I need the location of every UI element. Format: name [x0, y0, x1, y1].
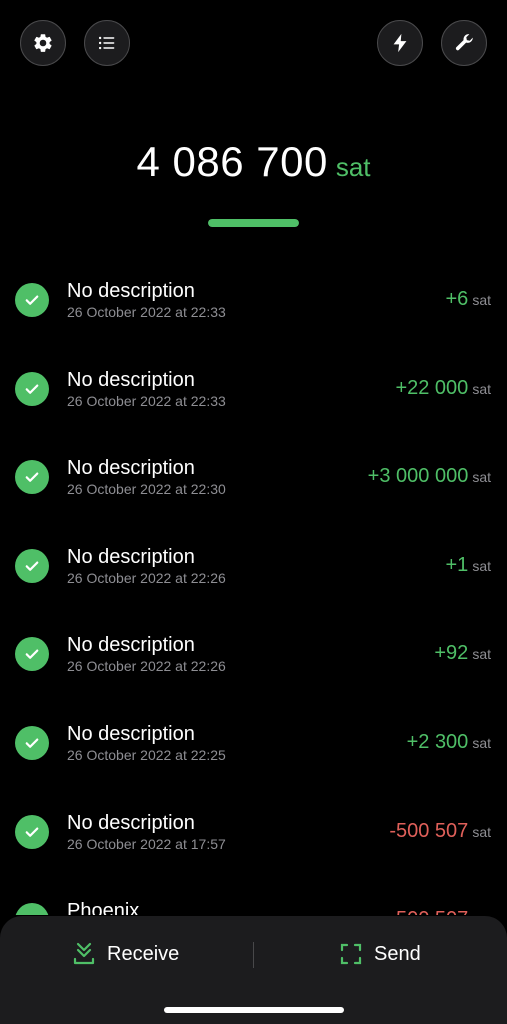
gear-icon [34, 34, 52, 52]
transaction-amount-value: +92 [434, 642, 469, 665]
transaction-amount: -500 507 sat [389, 908, 491, 915]
transaction-row[interactable]: Phoenix -500 507 sat [0, 875, 507, 915]
transaction-amount-unit: sat [472, 646, 491, 663]
transaction-amount-unit: sat [472, 734, 491, 751]
transaction-description: No description [67, 457, 195, 480]
transaction-description: No description [67, 280, 195, 302]
transaction-description: Phoenix [67, 900, 140, 915]
sync-progress-fill [208, 219, 299, 227]
transaction-amount: +22 000 sat [395, 377, 491, 400]
transaction-amount-value: -500 507 [389, 908, 468, 915]
transaction-date: 26 October 2022 at 22:33 [67, 392, 226, 409]
send-label: Send [374, 942, 421, 965]
transaction-date: 26 October 2022 at 22:30 [67, 481, 226, 498]
transaction-row[interactable]: No description 26 October 2022 at 22:30 +3… [0, 432, 507, 521]
transaction-date: 26 October 2022 at 17:57 [67, 835, 226, 852]
top-bar [20, 20, 487, 66]
receive-icon [73, 942, 95, 965]
transaction-row[interactable]: No description 26 October 2022 at 22:26 +9… [0, 609, 507, 698]
transaction-description: No description [67, 722, 195, 745]
list-icon [98, 36, 115, 50]
transaction-amount-unit: sat [472, 912, 491, 915]
check-icon [15, 548, 49, 583]
transaction-description: No description [67, 634, 195, 657]
transaction-amount: +2 300 sat [407, 731, 491, 754]
check-icon [15, 283, 49, 317]
transaction-amount: +6 sat [446, 288, 492, 311]
history-list-button[interactable] [84, 20, 130, 66]
transaction-row[interactable]: No description 26 October 2022 at 17:57 -5… [0, 787, 507, 876]
tools-button[interactable] [441, 20, 487, 66]
transaction-date: 26 October 2022 at 22:26 [67, 658, 226, 675]
transaction-amount: -500 507sat [389, 820, 491, 843]
send-button[interactable]: Send [340, 938, 421, 970]
transaction-amount-value: +2 300 [406, 730, 469, 753]
balance-amount: 4 086 700 [136, 138, 328, 185]
check-icon [15, 460, 49, 495]
transaction-description: No description [67, 368, 195, 391]
transaction-amount-value: +6 [445, 288, 469, 310]
wrench-icon [455, 34, 473, 51]
transaction-row[interactable]: No description 26 October 2022 at 22:33 +2… [0, 344, 507, 433]
transaction-description: No description [67, 811, 195, 834]
transaction-date: 26 October 2022 at 22:25 [67, 746, 226, 763]
transaction-amount-value: +1 [445, 553, 469, 576]
sync-progress-bar [208, 219, 299, 227]
check-icon [15, 371, 49, 406]
transaction-date: 26 October 2022 at 22:33 [67, 304, 226, 320]
scan-icon [340, 943, 362, 965]
settings-button[interactable] [20, 20, 66, 66]
transaction-amount-value: +3 000 000 [367, 465, 469, 488]
transaction-amount-unit: sat [472, 469, 491, 486]
transaction-amount-unit: sat [472, 380, 491, 397]
balance-display: 4 086 700 sat [0, 138, 507, 186]
divider [253, 942, 254, 968]
balance-unit: sat [335, 152, 371, 182]
transaction-list[interactable]: No description 26 October 2022 at 22:33 +6… [0, 255, 507, 915]
transaction-row[interactable]: No description 26 October 2022 at 22:33 +6… [0, 255, 507, 344]
transaction-row[interactable]: No description 26 October 2022 at 22:25 +2… [0, 698, 507, 787]
transaction-date: 26 October 2022 at 22:26 [67, 569, 226, 586]
transaction-amount-value: -500 507 [389, 819, 469, 842]
check-icon [15, 814, 49, 849]
transaction-description: No description [67, 545, 195, 568]
check-icon [15, 903, 49, 915]
transaction-amount: +92 sat [434, 642, 491, 665]
receive-button[interactable]: Receive [73, 938, 179, 970]
check-icon [15, 725, 49, 760]
transaction-amount-unit: sat [472, 292, 491, 308]
transaction-row[interactable]: No description 26 October 2022 at 22:26 +1… [0, 521, 507, 610]
lightning-icon [393, 33, 407, 53]
transaction-amount: +1 sat [446, 554, 492, 577]
transaction-amount-value: +22 000 [395, 376, 469, 399]
transaction-amount-unit: sat [472, 823, 491, 840]
receive-label: Receive [107, 942, 180, 965]
home-indicator [164, 1007, 344, 1013]
transaction-amount-unit: sat [472, 557, 491, 574]
lightning-button[interactable] [377, 20, 423, 66]
transaction-amount: +3 000 000 sat [368, 465, 491, 488]
check-icon [15, 637, 49, 672]
